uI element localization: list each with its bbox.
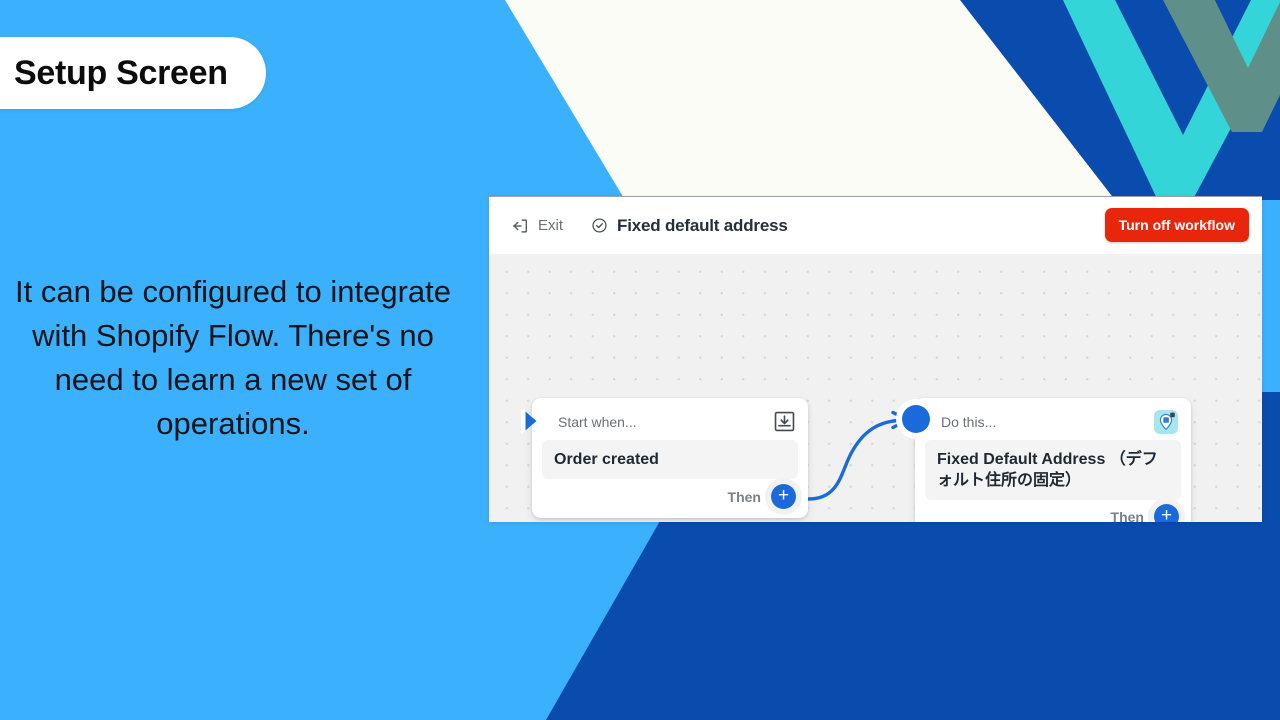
dark-blue-bottom-wedge <box>546 521 1280 720</box>
plus-icon: + <box>777 485 790 506</box>
action-kicker: Do this... <box>941 413 997 430</box>
action-value-text: Fixed Default Address （デフォルト住所の固定） <box>937 451 1158 489</box>
check-circle-icon <box>591 217 608 234</box>
shopify-flow-window: Exit Fixed default address Turn off work… <box>489 196 1262 522</box>
trigger-then-label: Then <box>727 488 761 505</box>
page-title-text: Setup Screen <box>14 53 228 92</box>
trigger-add-step-button[interactable]: + <box>771 484 796 509</box>
exit-arrow-icon <box>511 217 529 235</box>
action-value-chip[interactable]: Fixed Default Address （デフォルト住所の固定） <box>925 440 1181 500</box>
action-then-label: Then <box>1110 508 1144 523</box>
page-title: Setup Screen <box>0 37 266 109</box>
exit-label: Exit <box>538 217 564 234</box>
turn-off-workflow-button[interactable]: Turn off workflow <box>1104 208 1249 242</box>
plus-icon: + <box>1160 505 1173 522</box>
trigger-value-text: Order created <box>554 451 659 468</box>
play-triangle-marker <box>517 406 547 436</box>
trigger-kicker: Start when... <box>558 413 637 430</box>
exit-button[interactable]: Exit <box>511 217 563 235</box>
download-tray-icon[interactable] <box>774 411 795 432</box>
action-card[interactable]: Do this... Fixed Default Address （デフォルト住… <box>902 398 1191 523</box>
location-pin-app-icon[interactable] <box>1154 409 1178 434</box>
dark-blue-right-strip <box>1262 392 1280 521</box>
slide-canvas: Setup Screen It can be configured to int… <box>0 0 1280 720</box>
dot-marker <box>902 405 930 433</box>
flow-canvas[interactable]: Start when... Order created Then + Do th… <box>489 254 1262 522</box>
trigger-value-chip[interactable]: Order created <box>542 440 798 479</box>
action-add-step-button[interactable]: + <box>1154 504 1179 522</box>
workflow-header: Exit Fixed default address Turn off work… <box>489 197 1262 254</box>
workflow-title: Fixed default address <box>617 215 788 235</box>
trigger-card[interactable]: Start when... Order created Then + <box>521 398 808 518</box>
body-paragraph: It can be configured to integrate with S… <box>14 274 451 441</box>
